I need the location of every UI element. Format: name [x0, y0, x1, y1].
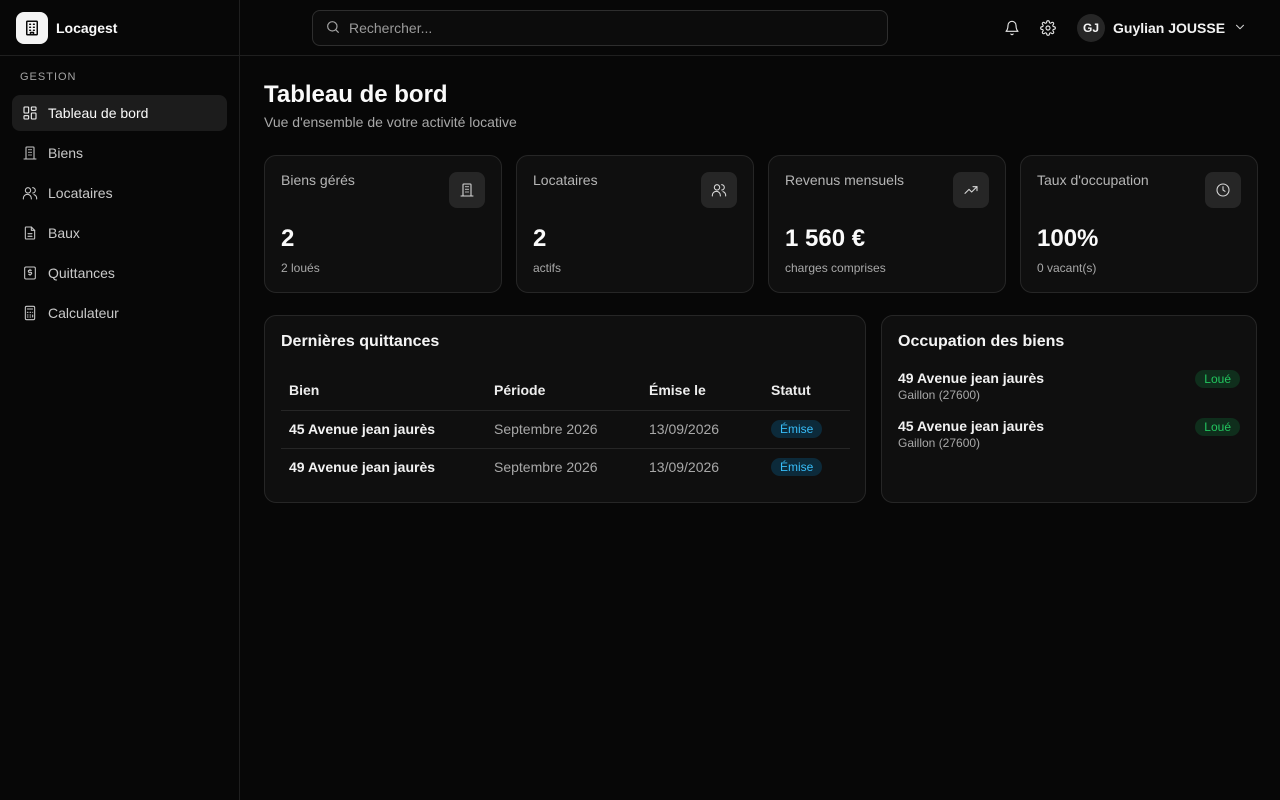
cell-bien: 45 Avenue jean jaurès [281, 410, 486, 449]
list-item[interactable]: 45 Avenue jean jaurès Gaillon (27600) Lo… [898, 418, 1240, 466]
status-badge: Loué [1195, 370, 1240, 388]
dashboard-icon [22, 105, 38, 121]
stat-card-revenus: Revenus mensuels 1 560 € charges compris… [768, 155, 1006, 293]
stats-cards: Biens gérés 2 2 loués Locataires 2 actif… [264, 155, 1258, 293]
column-header: Bien [281, 370, 486, 411]
stat-value: 1 560 € [785, 225, 866, 252]
status-badge: Émise [771, 420, 823, 438]
property-city: Gaillon (27600) [898, 388, 981, 402]
stat-value: 2 [281, 225, 295, 252]
sidebar-item-baux[interactable]: Baux [12, 215, 227, 251]
stat-value: 100% [1037, 225, 1099, 252]
cell-bien: 49 Avenue jean jaurès [289, 459, 436, 476]
user-name: Guylian JOUSSE [1113, 20, 1226, 36]
clock-icon [1205, 172, 1241, 208]
top-header: GJ Guylian JOUSSE [240, 0, 1280, 56]
sidebar-item-label: Calculateur [48, 305, 119, 321]
stat-note: charges comprises [785, 261, 886, 275]
bell-icon[interactable] [1002, 18, 1022, 38]
receipts-panel: Dernières quittances Bien Période Émise … [264, 315, 866, 503]
app-name: Locagest [56, 19, 118, 36]
cell-emise: 13/09/2026 [649, 459, 720, 476]
users-icon [701, 172, 737, 208]
building-icon [16, 11, 48, 44]
stat-note: actifs [533, 261, 562, 275]
sidebar-item-label: Locataires [48, 185, 113, 201]
column-header: Émise le [641, 370, 763, 411]
sidebar-item-quittances[interactable]: Quittances [12, 255, 227, 291]
search-icon [325, 19, 341, 38]
list-item[interactable]: 49 Avenue jean jaurès Gaillon (27600) Lo… [898, 370, 1240, 418]
sidebar-nav: Tableau de bord Biens Locataires Baux Qu… [0, 95, 239, 331]
property-name: 45 Avenue jean jaurès [898, 418, 1045, 434]
cell-periode: Septembre 2026 [494, 459, 598, 476]
main-content: Tableau de bord Vue d'ensemble de votre … [264, 80, 1258, 503]
brand[interactable]: Locagest [0, 0, 239, 56]
table-row[interactable]: 49 Avenue jean jaurès Septembre 2026 13/… [281, 448, 850, 486]
avatar: GJ [1077, 14, 1105, 42]
sidebar-item-locataires[interactable]: Locataires [12, 175, 227, 211]
receipts-table: Bien Période Émise le Statut 45 Avenue j… [281, 370, 850, 486]
status-badge: Loué [1195, 418, 1240, 436]
building-icon [449, 172, 485, 208]
status-badge: Émise [771, 458, 823, 477]
column-header: Période [486, 370, 641, 411]
nav-section-label: GESTION [20, 71, 77, 83]
stat-card-locataires: Locataires 2 actifs [516, 155, 754, 293]
occupation-panel: Occupation des biens 49 Avenue jean jaur… [881, 315, 1257, 503]
sidebar-item-label: Tableau de bord [48, 105, 149, 121]
sidebar-item-biens[interactable]: Biens [12, 135, 227, 171]
building-icon [22, 145, 38, 161]
users-icon [22, 185, 38, 201]
stat-card-biens: Biens gérés 2 2 loués [264, 155, 502, 293]
file-icon [22, 225, 38, 241]
page-subtitle: Vue d'ensemble de votre activité locativ… [264, 114, 517, 130]
occupation-list: 49 Avenue jean jaurès Gaillon (27600) Lo… [898, 370, 1240, 466]
sidebar: Locagest GESTION Tableau de bord Biens L… [0, 0, 240, 800]
cell-periode: Septembre 2026 [486, 410, 641, 449]
stat-card-occupation: Taux d'occupation 100% 0 vacant(s) [1020, 155, 1258, 293]
search-input[interactable] [349, 20, 869, 36]
table-header-row: Bien Période Émise le Statut [281, 370, 850, 411]
user-menu[interactable]: GJ Guylian JOUSSE [1077, 14, 1247, 42]
search-box[interactable] [312, 10, 888, 46]
cell-statut: Émise [763, 410, 850, 449]
cell-statut: Émise [763, 448, 850, 486]
cell-emise: 13/09/2026 [641, 410, 763, 449]
sidebar-item-calculateur[interactable]: Calculateur [12, 295, 227, 331]
page-title: Tableau de bord [264, 81, 448, 108]
receipt-icon [22, 265, 38, 281]
stat-note: 0 vacant(s) [1037, 261, 1097, 275]
property-city: Gaillon (27600) [898, 436, 981, 450]
trending-up-icon [953, 172, 989, 208]
sidebar-item-label: Quittances [48, 265, 115, 281]
table-row[interactable]: 45 Avenue jean jaurès Septembre 2026 13/… [281, 410, 850, 449]
sidebar-item-dashboard[interactable]: Tableau de bord [12, 95, 227, 131]
calculator-icon [22, 305, 38, 321]
column-header: Statut [763, 370, 850, 411]
panel-title: Dernières quittances [281, 333, 440, 350]
stat-note: 2 loués [281, 261, 320, 275]
gear-icon[interactable] [1038, 18, 1058, 38]
panel-title: Occupation des biens [898, 333, 1065, 350]
sidebar-item-label: Biens [48, 145, 84, 161]
chevron-down-icon [1233, 20, 1247, 37]
stat-value: 2 [533, 225, 547, 252]
sidebar-item-label: Baux [48, 225, 80, 241]
property-name: 49 Avenue jean jaurès [898, 370, 1045, 386]
